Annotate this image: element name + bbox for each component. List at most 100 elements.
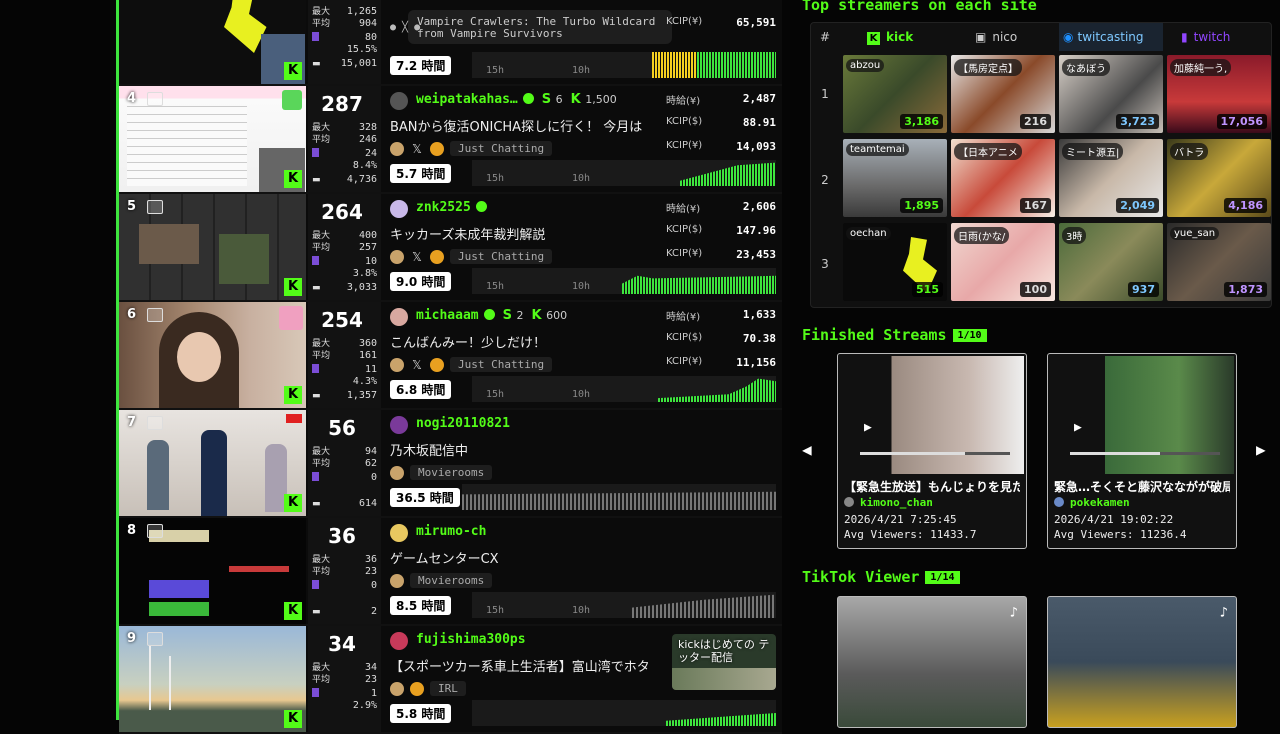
stream-row[interactable]: 6 K 254 最大 360 平均 161 11 4.3% ▬ 1,357 micha…: [119, 302, 782, 410]
top-streamer-viewers: 3,723: [1116, 114, 1159, 129]
thumbnail-preview-icon: [147, 308, 163, 322]
stream-thumbnail[interactable]: 8 K: [119, 518, 306, 624]
streamer-avatar[interactable]: [390, 632, 408, 650]
streamer-name[interactable]: mirumo-ch: [416, 524, 486, 539]
viewer-timeline: 15h 10h: [472, 160, 776, 186]
finished-stream-user[interactable]: pokekamen: [1054, 496, 1130, 509]
kick-icon: K: [531, 308, 542, 323]
kcip-yen-label: KCIP(¥): [666, 248, 703, 259]
tiktok-video-card[interactable]: ♪: [1047, 596, 1237, 728]
stream-row[interactable]: 7 K 56 最大 94 平均 62 0 ▬ 614 nogi20110821 乃木坂…: [119, 410, 782, 518]
stream-thumbnail[interactable]: 4 K: [119, 86, 306, 192]
category-tag[interactable]: Movierooms: [410, 465, 493, 480]
stream-thumbnail[interactable]: 7 K: [119, 410, 306, 516]
streamer-avatar[interactable]: [390, 524, 408, 542]
stream-row[interactable]: 9 K 34 最大 34 平均 23 1 2.9% fujishima300ps 【…: [119, 626, 782, 734]
stream-row[interactable]: 5 K 264 最大 400 平均 257 10 3.8% ▬ 3,033 znk25…: [119, 194, 782, 302]
stream-row[interactable]: K 最大 1,265 平均 904 80 15.5% ▬ 15,001 Vampire…: [119, 0, 782, 86]
streamer-avatar[interactable]: [390, 308, 408, 326]
top-streamer-cell[interactable]: 加藤純一う, 17,056: [1167, 55, 1271, 133]
kcip-yen-value: 65,591: [736, 16, 776, 29]
top-streamer-cell[interactable]: oechan 515: [843, 223, 947, 301]
top-streamer-cell[interactable]: yue_san 1,873: [1167, 223, 1271, 301]
x-icon[interactable]: 𝕏: [410, 142, 424, 156]
play-icon[interactable]: ▶: [1074, 420, 1082, 435]
current-viewers: 36: [328, 524, 356, 548]
x-icon[interactable]: 𝕏: [410, 250, 424, 264]
top-streamer-cell[interactable]: ミート源五| 2,049: [1059, 139, 1163, 217]
viewer-timeline: 15h 10h: [472, 268, 776, 294]
kick-badge-icon: K: [284, 494, 302, 512]
avg-viewers: 23: [364, 674, 377, 685]
top-streamer-cell[interactable]: 日雨(かな/100: [951, 223, 1055, 301]
user-avatar-icon: [1054, 497, 1064, 507]
top-streamer-cell[interactable]: abzou 3,186: [843, 55, 947, 133]
finished-stream-user[interactable]: kimono_chan: [844, 496, 933, 509]
avg-viewers: 23: [364, 566, 377, 577]
stat-percent: 15.5%: [346, 44, 377, 55]
site-header-twitch[interactable]: ▮ twitch: [1167, 23, 1271, 51]
top-streamer-name: ミート源五|: [1062, 143, 1124, 160]
streamer-avatar[interactable]: [390, 416, 408, 434]
message-icon: ▬: [312, 175, 321, 185]
streamer-name[interactable]: nogi20110821: [416, 416, 510, 431]
max-label: 最大: [312, 339, 331, 349]
stat-percent: 4.3%: [352, 376, 377, 387]
top-streamers-grid: # Kkick ▣ nico ◉ twitcasting ▮ twitch 1 2 3…: [810, 22, 1272, 308]
streamer-avatar[interactable]: [390, 92, 408, 110]
finished-stream-title: 【緊急生放送】もんじょりを見た…: [844, 480, 1020, 494]
category-tag[interactable]: Just Chatting: [450, 357, 553, 372]
stat-value: 1,357: [346, 390, 377, 401]
subs-count: 2: [516, 309, 524, 322]
streamer-avatar[interactable]: [390, 200, 408, 218]
streamer-name[interactable]: fujishima300ps: [416, 632, 526, 647]
finished-stream-thumbnail[interactable]: ▶: [840, 356, 1024, 474]
top-streamer-cell[interactable]: 【日本アニメ 167: [951, 139, 1055, 217]
streamer-name[interactable]: michaaam S 2K 600: [416, 308, 567, 323]
tiktok-video-card[interactable]: ♪: [837, 596, 1027, 728]
site-header-nico[interactable]: ▣ nico: [951, 23, 1055, 51]
finished-stream-thumbnail[interactable]: ▶: [1050, 356, 1234, 474]
top-streamer-cell[interactable]: 【馬房定点】 216: [951, 55, 1055, 133]
category-tag[interactable]: Movierooms: [410, 573, 493, 588]
avg-label: 平均: [312, 243, 331, 253]
play-icon[interactable]: ▶: [864, 420, 872, 435]
next-arrow-icon[interactable]: ▶: [1256, 440, 1266, 459]
thumbnail-preview-icon: [147, 416, 163, 430]
stream-thumbnail[interactable]: 9 K: [119, 626, 306, 732]
stat-value: 2: [370, 606, 377, 617]
duration-badge: 9.0 時間: [390, 272, 452, 291]
kcip-yen-value: 11,156: [736, 356, 776, 369]
top-streamer-name: 3時: [1062, 227, 1087, 244]
category-tag[interactable]: Just Chatting: [450, 141, 553, 156]
timeline-tick: 10h: [572, 605, 591, 616]
streamer-name[interactable]: znk2525: [416, 200, 487, 215]
finished-stream-card[interactable]: ▶ 緊急…そくそと藤沢なながが破局!… pokekamen 2026/4/21 …: [1047, 353, 1237, 549]
stream-row[interactable]: 8 K 36 最大 36 平均 23 0 ▬ 2 mirumo-ch ゲームセンターC…: [119, 518, 782, 626]
prev-arrow-icon[interactable]: ◀: [802, 440, 812, 459]
category-tag[interactable]: IRL: [430, 681, 466, 696]
site-header-twitcasting[interactable]: ◉ twitcasting: [1059, 23, 1163, 51]
top-streamer-cell[interactable]: なあぼう 3,723: [1059, 55, 1163, 133]
message-icon: ▬: [312, 391, 321, 401]
x-icon[interactable]: 𝕏: [410, 358, 424, 372]
stream-info: fujishima300ps 【スポーツカー系車上生活者】富山湾でホタ IRL …: [382, 626, 782, 732]
user-avatar-icon: [844, 497, 854, 507]
language-icon: [390, 465, 404, 480]
viewer-timeline: 15h 10h: [472, 592, 776, 618]
top-streamer-cell[interactable]: 3時 937: [1059, 223, 1163, 301]
finished-stream-card[interactable]: ▶ 【緊急生放送】もんじょりを見た… kimono_chan 2026/4/21…: [837, 353, 1027, 549]
top-streamer-cell[interactable]: バトラ 4,186: [1167, 139, 1271, 217]
streamer-name-text: weipatakahas…: [416, 92, 518, 107]
stream-row[interactable]: 4 K 287 最大 328 平均 246 24 8.4% ▬ 4,736 weipa…: [119, 86, 782, 194]
category-tag[interactable]: Just Chatting: [450, 249, 553, 264]
stream-thumbnail[interactable]: 5 K: [119, 194, 306, 300]
finished-user-name: kimono_chan: [860, 496, 933, 509]
streamer-name[interactable]: weipatakahas… S 6K 1,500: [416, 92, 617, 107]
promo-banner[interactable]: kickはじめての テッター配信: [672, 634, 776, 690]
stream-thumbnail[interactable]: K: [119, 0, 306, 84]
stream-info: Vampire Crawlers: The Turbo Wildcard fro…: [382, 0, 782, 84]
stream-thumbnail[interactable]: 6 K: [119, 302, 306, 408]
top-streamer-cell[interactable]: teamtemai 1,895: [843, 139, 947, 217]
site-header-kick[interactable]: Kkick: [843, 23, 947, 51]
